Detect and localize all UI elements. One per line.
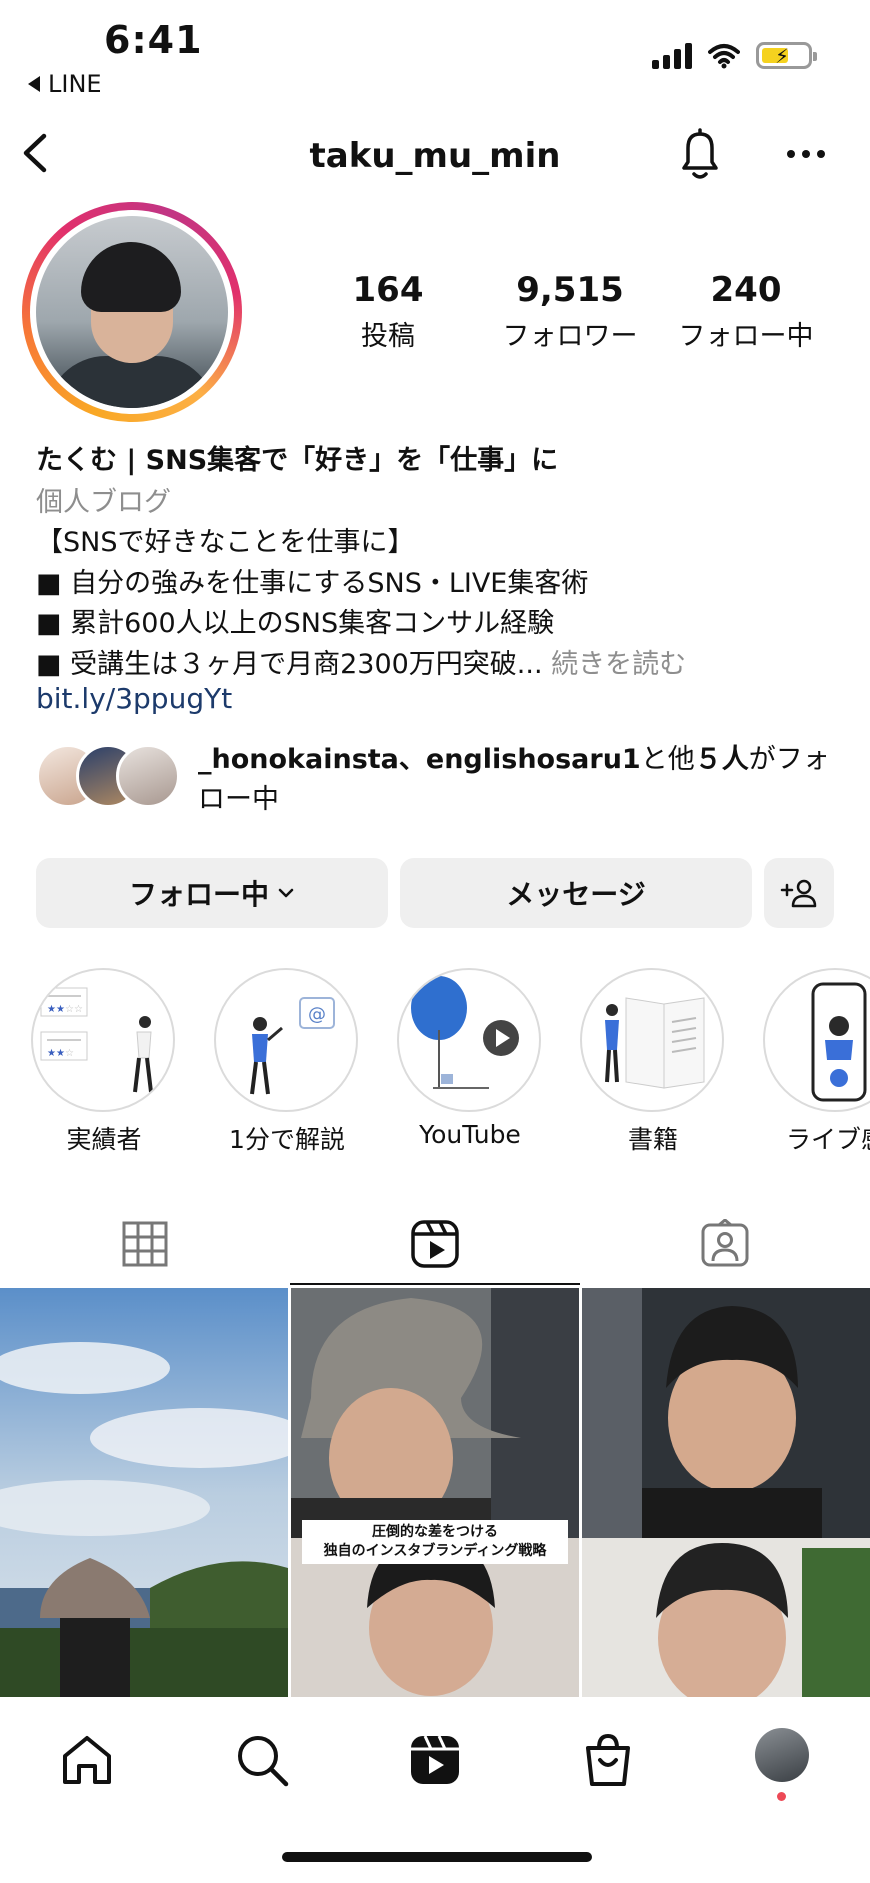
chevron-down-icon [278,888,294,898]
profile-username: taku_mu_min [309,136,561,176]
profile-avatar[interactable] [22,202,242,422]
reel-thumbnail[interactable] [582,1288,870,1698]
highlight-label: 書籍 [627,1125,678,1154]
mutual-followers-text[interactable]: _honokainsta、englishosaru1と他５人がフォロー中 [198,740,838,820]
tagged-person-icon [701,1219,749,1267]
stat-followers-label: フォロワー [502,321,638,352]
svg-text:☆☆: ☆☆ [65,1004,83,1015]
battery-icon: ⚡ [756,42,817,69]
stat-following-count: 240 [710,270,782,310]
highlight-cover [580,968,724,1112]
following-button[interactable]: フォロー中 [36,858,388,928]
reel-caption-line: 圧倒的な差をつける [372,1524,498,1540]
reel-caption: 圧倒的な差をつける 独自のインスタブランディング戦略 [302,1520,568,1564]
mutual-suffix: と他 [640,744,695,775]
status-icons: ⚡ [652,42,817,69]
highlight-youtube[interactable]: YouTube [397,968,543,1149]
highlight-results[interactable]: ★★ ☆☆ ★★ ☆ 実績者 [31,968,177,1156]
stat-posts-label: 投稿 [361,321,415,352]
tab-tagged[interactable] [580,1208,870,1280]
message-button[interactable]: メッセージ [400,858,752,928]
back-to-app-link[interactable]: LINE [28,70,102,98]
highlight-cover: ★★ ☆☆ ★★ ☆ [31,968,175,1112]
shop-icon[interactable] [578,1730,638,1790]
highlight-cover [397,968,541,1112]
svg-text:★★: ★★ [47,1004,65,1015]
back-triangle-icon [28,76,40,92]
reels-icon[interactable] [405,1730,465,1790]
tab-posts-grid[interactable] [0,1208,290,1280]
stat-following[interactable]: 240 フォロー中 [668,270,824,353]
bio-line: ■ 累計600人以上のSNS集客コンサル経験 [36,608,555,639]
message-button-label: メッセージ [506,878,646,911]
highlight-label: YouTube [419,1120,521,1149]
reel-thumbnail[interactable] [0,1288,288,1698]
reels-icon [411,1220,459,1268]
highlight-label: ライブ感 [785,1125,870,1154]
cellular-signal-icon [652,42,692,69]
status-time: 6:41 [104,18,203,62]
svg-text:★★: ★★ [47,1048,65,1059]
home-icon[interactable] [57,1730,117,1790]
suggested-users-button[interactable] [764,858,834,928]
home-indicator [282,1852,592,1862]
bio-line-last: ■ 受講生は３ヶ月で月商2300万円突破... 続きを読む [36,642,686,681]
mutual-names: _honokainsta、englishosaru1 [198,744,641,775]
bio-line: 【SNSで好きなことを仕事に】 [36,527,415,558]
stat-followers-count: 9,515 [516,270,624,310]
highlight-label: 1分で解説 [229,1125,345,1154]
following-button-label: フォロー中 [128,878,269,911]
bio-line: ■ 自分の強みを仕事にするSNS・LIVE集客術 [36,568,589,599]
add-person-icon [780,879,817,908]
svg-text:☆: ☆ [65,1048,74,1059]
search-icon[interactable] [232,1730,292,1790]
mutual-count: ５人 [694,744,749,775]
highlight-cover [763,968,870,1112]
stat-posts[interactable]: 164 投稿 [330,270,446,353]
notification-dot [777,1792,786,1801]
bio-link[interactable]: bit.ly/3ppugYt [36,682,232,715]
wifi-icon [708,43,740,68]
reel-caption-line: 独自のインスタブランディング戦略 [323,1543,547,1559]
profile-tab-avatar[interactable] [755,1728,809,1782]
stat-posts-count: 164 [352,270,424,310]
read-more-link[interactable]: 続きを読む [551,649,686,680]
profile-category: 個人ブログ [36,487,171,518]
grid-icon [122,1221,168,1267]
back-app-label: LINE [48,70,102,98]
svg-text:@: @ [308,1004,326,1025]
profile-display-name: たくむ | SNS集客で「好き」を「仕事」に [36,445,559,476]
avatar [116,744,180,808]
highlight-books[interactable]: 書籍 [580,968,726,1156]
more-options-icon[interactable] [786,148,826,160]
bio-line-text: ■ 受講生は３ヶ月で月商2300万円突破... [36,649,543,680]
avatar-photo [36,216,228,408]
tab-reels[interactable] [290,1208,580,1280]
bell-icon[interactable] [676,126,724,182]
active-tab-indicator [290,1283,580,1285]
mutual-followers-avatars[interactable] [36,744,186,810]
stat-following-label: フォロー中 [678,321,814,352]
highlight-one-minute[interactable]: @ 1分で解説 [214,968,360,1156]
stat-followers[interactable]: 9,515 フォロワー [488,270,652,353]
highlight-cover: @ [214,968,358,1112]
highlight-live[interactable]: ライブ感 [763,968,870,1156]
highlight-label: 実績者 [66,1125,142,1154]
reel-thumbnail[interactable] [291,1288,579,1698]
